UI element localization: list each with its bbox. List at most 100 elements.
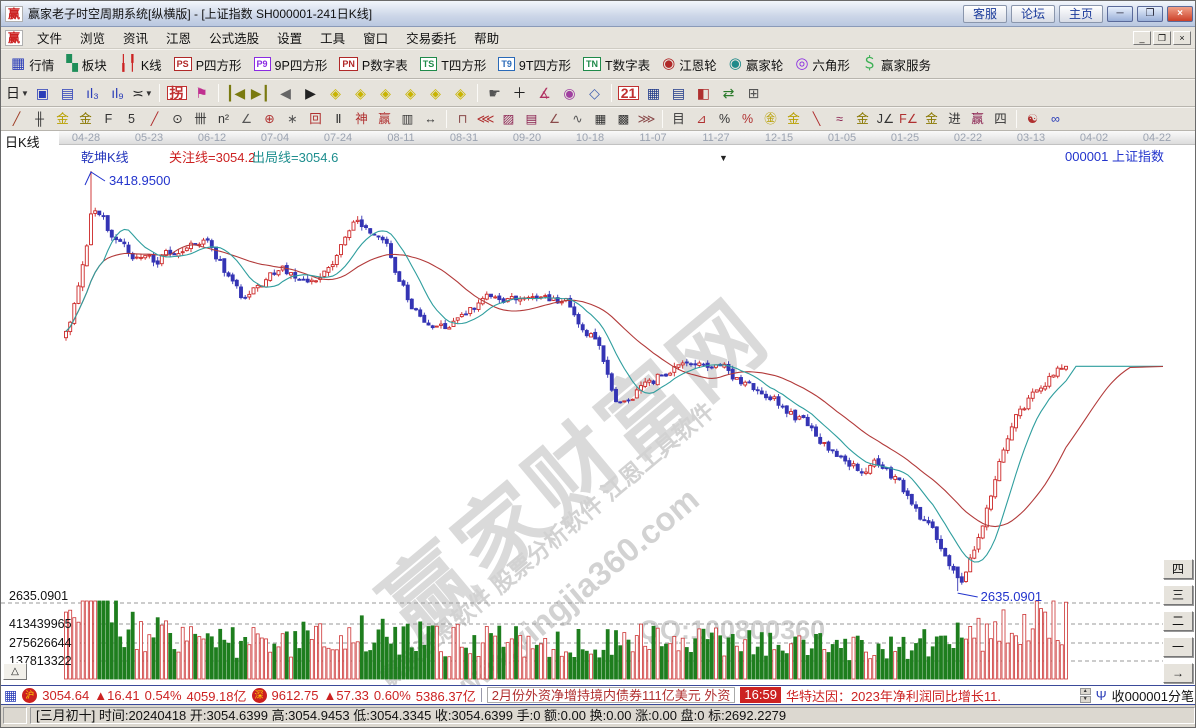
- tool-si-shape[interactable]: 四: [989, 110, 1012, 129]
- tool-target-circle[interactable]: ⊕: [258, 110, 281, 129]
- tool-wave-tool[interactable]: ≈: [828, 110, 851, 129]
- tool-grid-box-2[interactable]: ▩: [612, 110, 635, 129]
- tool-turn-point[interactable]: 拐: [164, 82, 189, 104]
- news-headline-2[interactable]: 华特达因：2023年净利润同比增长11.: [786, 686, 1075, 705]
- tool-jump-last[interactable]: ▶┃: [248, 82, 273, 104]
- tool-n-square[interactable]: n²: [212, 110, 235, 129]
- tool-pan-left[interactable]: ◈: [323, 82, 348, 104]
- tool-f-angle[interactable]: F∠: [897, 110, 920, 129]
- tool-gann-flower[interactable]: ◉: [557, 82, 582, 104]
- tool-save[interactable]: ◧: [691, 82, 716, 104]
- tool-star-grid[interactable]: ∗: [281, 110, 304, 129]
- tool-zoom-out[interactable]: ◈: [423, 82, 448, 104]
- menu-4[interactable]: 公式选股: [200, 26, 268, 49]
- tool-calculator[interactable]: ▦: [641, 82, 666, 104]
- minimize-button[interactable]: ─: [1107, 6, 1133, 22]
- tool-ying-line[interactable]: 赢: [966, 110, 989, 129]
- tool-jump-first[interactable]: ┃◀: [223, 82, 248, 104]
- tool-speed-line[interactable]: 进: [943, 110, 966, 129]
- tool-grid-box-1[interactable]: ▦: [589, 110, 612, 129]
- tool-bar-marker[interactable]: Ⅱ: [327, 110, 350, 129]
- menu-1[interactable]: 浏览: [71, 26, 114, 49]
- tool-percent-line[interactable]: %: [736, 110, 759, 129]
- tool-winner-wheel[interactable]: ◉赢家轮: [723, 53, 790, 76]
- tool-sectors[interactable]: ▚板块: [60, 53, 113, 76]
- home-button[interactable]: 主页: [1059, 5, 1103, 23]
- menu-8[interactable]: 交易委托: [397, 26, 465, 49]
- menu-5[interactable]: 设置: [268, 26, 311, 49]
- menu-2[interactable]: 资讯: [114, 26, 157, 49]
- tool-calendar[interactable]: 21: [616, 82, 641, 104]
- pane-button-0[interactable]: 四: [1163, 559, 1193, 579]
- tool-j-angle[interactable]: J∠: [874, 110, 897, 129]
- pane-button-4[interactable]: →: [1163, 663, 1193, 683]
- tool-bars-3[interactable]: ıl₃: [80, 82, 105, 104]
- tool-brush-tool[interactable]: ╱: [143, 110, 166, 129]
- tool-step-back[interactable]: ◀: [273, 82, 298, 104]
- tool-step-forward[interactable]: ▶: [298, 82, 323, 104]
- tool-ink-brush[interactable]: ╲: [805, 110, 828, 129]
- tool-quotes[interactable]: ▦行情: [5, 53, 60, 76]
- volume-expand-button[interactable]: △: [3, 663, 27, 680]
- tool-fan-3[interactable]: ⋙: [635, 110, 658, 129]
- tool-infinity[interactable]: ∞: [1044, 110, 1067, 129]
- tool-percent-triangle[interactable]: ⊿: [690, 110, 713, 129]
- tool-print[interactable]: ⊞: [741, 82, 766, 104]
- tool-gann-grid[interactable]: ╫: [28, 110, 51, 129]
- maximize-button[interactable]: ❐: [1137, 6, 1163, 22]
- tool-zigzag-line[interactable]: ∿: [566, 110, 589, 129]
- pane-button-1[interactable]: 三: [1163, 585, 1193, 605]
- pane-button-3[interactable]: 一: [1163, 637, 1193, 657]
- tool-gold-line[interactable]: 金: [782, 110, 805, 129]
- news-headline-1[interactable]: 2月份外资净增持境内债券111亿美元 外资: [487, 687, 736, 703]
- tool-kline[interactable]: ╽╿K线: [113, 53, 168, 76]
- tool-candle-style[interactable]: ≍▼: [130, 82, 155, 104]
- mdi-close-button[interactable]: ×: [1173, 31, 1191, 45]
- tool-t-number-table[interactable]: TNT数字表: [577, 53, 656, 76]
- tool-crosshair-tool[interactable]: ＋: [507, 82, 532, 104]
- tool-angle-lines[interactable]: ∠: [543, 110, 566, 129]
- tool-pencil-tool[interactable]: ╱: [5, 110, 28, 129]
- tool-gann-map[interactable]: ◇: [582, 82, 607, 104]
- tick-detail-label[interactable]: 收000001分笔: [1112, 686, 1194, 705]
- tool-bars-9[interactable]: ıl₉: [105, 82, 130, 104]
- tool-line-box[interactable]: ▤: [520, 110, 543, 129]
- tool-p-square[interactable]: PSP四方形: [168, 53, 248, 76]
- tool-square-target[interactable]: 回: [304, 110, 327, 129]
- tool-winner-service[interactable]: ＄赢家服务: [856, 53, 937, 76]
- tool-fan-lines[interactable]: ⋘: [474, 110, 497, 129]
- tool-percent[interactable]: %: [713, 110, 736, 129]
- tool-gold-grid-1[interactable]: 金: [51, 110, 74, 129]
- tool-export[interactable]: ⇄: [716, 82, 741, 104]
- quote-grid-icon[interactable]: ▦: [4, 687, 17, 704]
- tool-gold-grid-2[interactable]: 金: [74, 110, 97, 129]
- tool-quote-list[interactable]: ▤: [55, 82, 80, 104]
- tool-notebook[interactable]: ▤: [666, 82, 691, 104]
- tool-gold-angle[interactable]: 金: [920, 110, 943, 129]
- close-button[interactable]: ×: [1167, 6, 1193, 22]
- chart-canvas[interactable]: 2635.09014134399652756266441378133223418…: [1, 131, 1196, 685]
- tool-ruler-123[interactable]: ▥: [396, 110, 419, 129]
- tool-circle-grid[interactable]: ⊙: [166, 110, 189, 129]
- tool-yinyang[interactable]: ☯: [1021, 110, 1044, 129]
- menu-3[interactable]: 江恩: [157, 26, 200, 49]
- menu-9[interactable]: 帮助: [465, 26, 508, 49]
- tool-ying-grid[interactable]: 赢: [373, 110, 396, 129]
- menu-7[interactable]: 窗口: [354, 26, 397, 49]
- tool-zoom-out-h[interactable]: ◈: [373, 82, 398, 104]
- tool-hand-tool[interactable]: ☛: [482, 82, 507, 104]
- tool-angle-a[interactable]: ∠: [235, 110, 258, 129]
- tool-five-grid[interactable]: 5: [120, 110, 143, 129]
- tool-9p-square[interactable]: P99P四方形: [248, 53, 334, 76]
- tool-zoom-in-h[interactable]: ◈: [398, 82, 423, 104]
- tool-pan-right[interactable]: ◈: [348, 82, 373, 104]
- tool-9t-square[interactable]: T99T四方形: [492, 53, 577, 76]
- tool-hexagon[interactable]: ◎六角形: [789, 53, 856, 76]
- tool-box-tool[interactable]: ⊓: [451, 110, 474, 129]
- menu-6[interactable]: 工具: [311, 26, 354, 49]
- tool-color-flag[interactable]: ⚑: [189, 82, 214, 104]
- tool-zoom-in[interactable]: ◈: [448, 82, 473, 104]
- tool-gold-tool[interactable]: 金: [851, 110, 874, 129]
- tool-ruler-grid[interactable]: 卌: [189, 110, 212, 129]
- tool-gold-circle[interactable]: ㊎: [759, 110, 782, 129]
